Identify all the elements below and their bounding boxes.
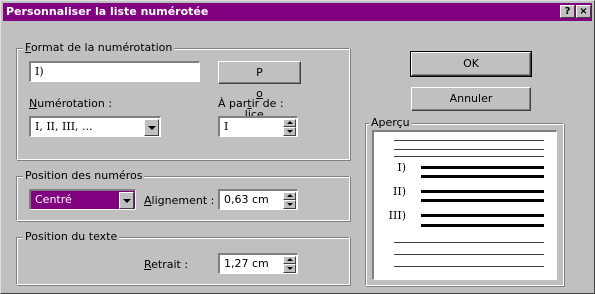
preview-line: [421, 190, 544, 193]
ok-button[interactable]: OK: [410, 51, 532, 77]
question-mark-icon: ?: [564, 6, 571, 17]
alignment-distance-spinner[interactable]: [283, 192, 296, 209]
alignment-label: Alignement :: [144, 194, 215, 207]
preview-pane: I) II) III): [372, 130, 557, 280]
chevron-down-icon[interactable]: [119, 192, 134, 209]
preview-line: [421, 199, 544, 202]
preview-line: [394, 242, 544, 243]
alignment-distance-input[interactable]: 0,63 cm: [218, 189, 298, 210]
alignment-distance-value: 0,63 cm: [224, 193, 269, 206]
title-bar[interactable]: Personnaliser la liste numérotée ? ×: [3, 3, 592, 21]
cancel-button-label: Annuler: [449, 92, 493, 105]
indent-spinner[interactable]: [283, 256, 296, 273]
alignment-value: Centré: [35, 193, 72, 206]
cancel-button[interactable]: Annuler: [411, 87, 531, 111]
preview-label: Aperçu: [369, 116, 412, 129]
indent-value: 1,27 cm: [224, 257, 269, 270]
spin-down-icon[interactable]: [283, 264, 296, 273]
start-at-input[interactable]: I: [218, 116, 298, 137]
preview-line: [394, 254, 544, 255]
spin-down-icon[interactable]: [283, 200, 296, 209]
start-at-spinner[interactable]: [283, 119, 296, 136]
spin-up-icon[interactable]: [283, 192, 296, 200]
preview-line: [421, 175, 544, 178]
preview-line: [394, 149, 544, 150]
preview-number-2: II): [393, 185, 406, 198]
numbering-style-select[interactable]: I, II, III, ...: [29, 116, 161, 137]
start-at-value: I: [224, 120, 229, 133]
window-title: Personnaliser la liste numérotée: [6, 5, 209, 18]
close-icon: ×: [579, 6, 588, 17]
spin-up-icon[interactable]: [283, 256, 296, 264]
number-format-input[interactable]: I): [29, 61, 200, 82]
preview-line: [394, 266, 544, 267]
indent-label: Retrait :: [144, 258, 189, 271]
chevron-down-icon[interactable]: [144, 119, 159, 136]
ok-button-label: OK: [463, 57, 479, 70]
preview-number-1: I): [397, 161, 406, 174]
text-position-label: Position du texte: [23, 230, 120, 243]
preview-line: [394, 140, 544, 141]
dialog-window: Personnaliser la liste numérotée ? × For…: [0, 0, 595, 294]
preview-line: [421, 214, 544, 217]
number-format-value: I): [35, 65, 44, 78]
numbering-style-label: Numérotation :: [29, 97, 113, 110]
spin-up-icon[interactable]: [283, 119, 296, 127]
preview-line: [421, 224, 544, 227]
indent-input[interactable]: 1,27 cm: [218, 253, 298, 274]
preview-line: [421, 166, 544, 169]
preview-line: [394, 156, 544, 157]
numbering-style-value: I, II, III, ...: [35, 120, 93, 133]
spin-down-icon[interactable]: [283, 127, 296, 136]
alignment-select[interactable]: Centré: [29, 189, 136, 210]
numbering-format-label: Format de la numérotation: [23, 41, 175, 54]
font-button[interactable]: Po lice...: [218, 61, 301, 121]
start-at-label: À partir de :: [218, 97, 284, 110]
help-button[interactable]: ?: [560, 5, 575, 18]
number-position-label: Position des numéros: [23, 169, 145, 182]
preview-number-3: III): [388, 209, 406, 222]
close-button[interactable]: ×: [576, 5, 591, 18]
